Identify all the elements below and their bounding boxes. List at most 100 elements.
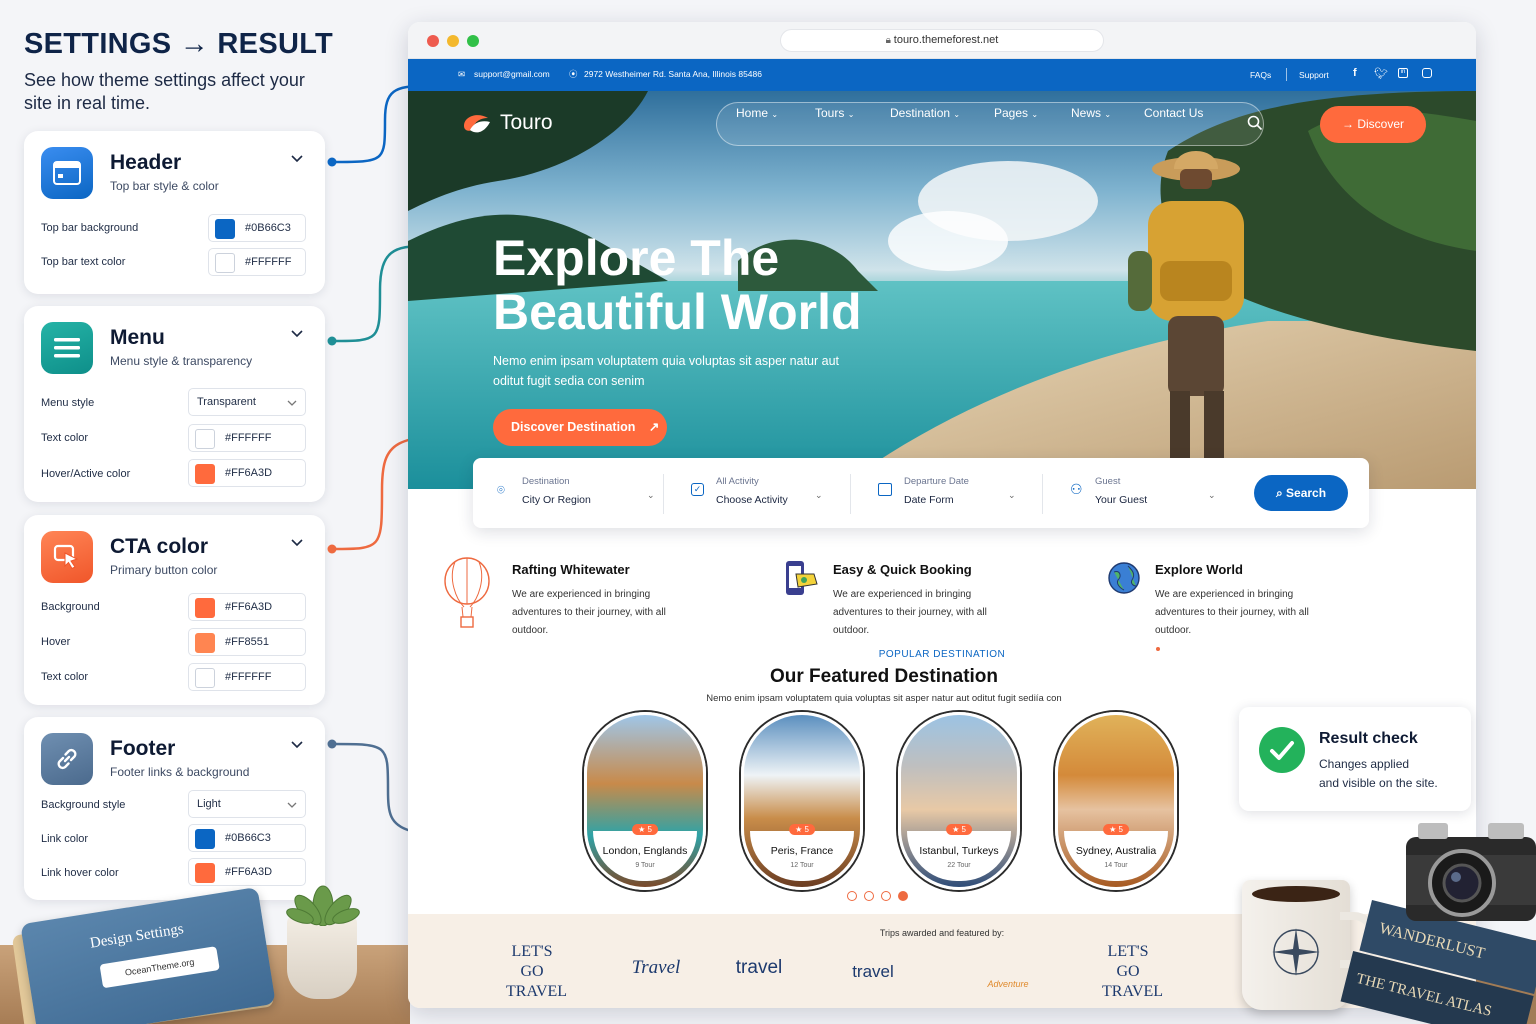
partner-logo: travel (735, 957, 783, 978)
mobile-booking-icon (786, 561, 818, 595)
carousel-dot[interactable] (847, 891, 857, 901)
rating-badge: ★ 5 (946, 824, 972, 835)
hero-text-line-1: Nemo enim ipsam voluptatem quia voluptas… (493, 354, 840, 368)
guest-field[interactable]: ⚇ Guest Your Guest ⌄ (1070, 476, 1216, 506)
chevron-down-icon[interactable] (289, 151, 305, 167)
partner-logo: travel (852, 962, 894, 981)
chevron-down-icon: ⌄ (1008, 490, 1016, 500)
hero-text: Nemo enim ipsam voluptatem quia voluptas… (493, 351, 839, 391)
top-bar-background-swatch[interactable]: #0B66C3 (208, 214, 306, 242)
touro-logo-icon[interactable] (460, 110, 492, 138)
minimize-dot[interactable] (447, 35, 459, 47)
intro-title: SETTINGS → RESULT (24, 28, 334, 60)
folder-label: Design Settings (88, 921, 185, 952)
color-value: #0B66C3 (225, 832, 271, 844)
nav-label: Destination (890, 106, 951, 120)
cta-background-label: Background (41, 601, 100, 613)
footer-card-subtitle: Footer links & background (110, 765, 250, 779)
footer-link-color-label: Link color (41, 833, 89, 845)
chevron-down-icon[interactable] (289, 535, 305, 551)
header-layout-icon (41, 147, 93, 199)
nav-destination[interactable]: Destination ⌄ (890, 106, 960, 120)
nav-contact-us[interactable]: Contact Us (1144, 106, 1203, 120)
coffee (1252, 886, 1340, 902)
destination-card-istanbul[interactable]: ★ 5 Istanbul, Turkeys 22 Tour (898, 712, 1020, 890)
arrow-right-icon: → (1341, 117, 1354, 131)
hero-title-line-2: Beautiful World (493, 284, 862, 340)
departure-date-field[interactable]: Departure Date Date Form ⌄ (878, 476, 1024, 506)
menu-style-select[interactable]: Transparent (188, 388, 306, 416)
menu-style-label: Menu style (41, 397, 95, 409)
chevron-down-icon: ⌄ (1104, 110, 1112, 119)
nav-label: News (1071, 106, 1102, 120)
discover-nav-button[interactable]: → Discover (1320, 106, 1426, 143)
footer-background-style-label: Background style (41, 799, 126, 811)
top-bar-faqs-link[interactable]: FAQs (1250, 70, 1271, 80)
footer-background-style-value: Light (197, 798, 221, 810)
brand-name[interactable]: Touro (500, 111, 553, 135)
nav-news[interactable]: News ⌄ (1071, 106, 1111, 120)
featured-title: Our Featured Destination (769, 666, 999, 687)
lock-icon: 🔒︎ (885, 35, 894, 46)
search-icon[interactable] (1247, 115, 1263, 131)
destination-card-sydney[interactable]: ★ 5 Sydney, Australia 14 Tour (1055, 712, 1177, 890)
chevron-down-icon[interactable] (289, 737, 305, 753)
menu-hover-color-swatch[interactable]: #FF6A3D (188, 459, 306, 487)
footer-background-style-select[interactable]: Light (188, 790, 306, 818)
divider (850, 474, 851, 514)
chevron-down-icon[interactable] (289, 326, 305, 342)
browser-chrome: 🔒︎ touro.themeforest.net (408, 22, 1476, 59)
cta-text-color-label: Text color (41, 671, 89, 683)
field-value: Date Form (904, 494, 954, 506)
color-chip (195, 633, 215, 653)
cta-settings-card: CTA color Primary button color Backgroun… (24, 515, 325, 705)
rating-badge: ★ 5 (789, 824, 815, 835)
folder-tag: OceanTheme.org (99, 946, 220, 989)
activity-field[interactable]: ✓ All Activity Choose Activity ⌄ (691, 476, 836, 506)
hiker-image (1128, 151, 1244, 489)
cta-background-swatch[interactable]: #FF6A3D (188, 593, 306, 621)
cta-text-color-swatch[interactable]: #FFFFFF (188, 663, 306, 691)
partner-logo: LET'S GO TRAVEL (1102, 943, 1164, 1000)
destination-card-london[interactable]: ★ 5 London, Englands 9 Tour (584, 712, 706, 890)
top-bar-text-color-swatch[interactable]: #FFFFFF (208, 248, 306, 276)
discover-destination-button[interactable]: Discover Destination ↗ (493, 409, 667, 446)
destination-name: Peris, France (770, 845, 834, 857)
hero-section: Touro Home ⌄ Tours ⌄ Destination ⌄ Pages… (408, 91, 1476, 489)
linkedin-icon[interactable]: in (1398, 68, 1408, 78)
carousel-dot[interactable] (864, 891, 874, 901)
search-button[interactable]: ⌕ Search (1254, 475, 1348, 511)
top-bar-text-color-label: Top bar text color (41, 256, 126, 268)
destination-card-paris[interactable]: ★ 5 Peris, France 12 Tour (741, 712, 863, 890)
discover-label: Discover (1357, 117, 1405, 131)
tour-count: 22 Tour (947, 862, 971, 869)
cta-label: Discover Destination (511, 420, 636, 434)
feature-rafting: Rafting Whitewater We are experienced in… (512, 562, 672, 640)
instagram-icon[interactable] (1422, 68, 1432, 78)
nav-home[interactable]: Home ⌄ (736, 106, 778, 120)
cta-hover-swatch[interactable]: #FF8551 (188, 628, 306, 656)
twitter-icon[interactable]: 🐦︎ (1374, 67, 1388, 80)
footer-link-color-swatch[interactable]: #0B66C3 (188, 824, 306, 852)
top-bar-email[interactable]: support@gmail.com (474, 69, 550, 79)
color-value: #FF8551 (225, 636, 270, 648)
feature-title: Explore World (1155, 562, 1243, 577)
nav-pages[interactable]: Pages ⌄ (994, 106, 1038, 120)
carousel-dot-active[interactable] (898, 891, 908, 901)
rating-badge: ★ 5 (1103, 824, 1129, 835)
nav-tours[interactable]: Tours ⌄ (815, 106, 854, 120)
facebook-icon[interactable]: f (1353, 67, 1357, 79)
top-bar-support-link[interactable]: Support (1299, 70, 1329, 80)
color-value: #FF6A3D (225, 601, 273, 613)
menu-card-subtitle: Menu style & transparency (110, 354, 253, 368)
checkbox-icon: ✓ (691, 483, 704, 496)
color-value: #FFFFFF (225, 671, 272, 683)
maximize-dot[interactable] (467, 35, 479, 47)
destination-name: Istanbul, Turkeys (919, 845, 999, 857)
menu-text-color-swatch[interactable]: #FFFFFF (188, 424, 306, 452)
footer-settings-card: Footer Footer links & background Backgro… (24, 717, 325, 900)
address-bar[interactable]: 🔒︎ touro.themeforest.net (780, 29, 1104, 52)
carousel-dot[interactable] (881, 891, 891, 901)
close-dot[interactable] (427, 35, 439, 47)
destination-field[interactable]: ⌾ Destination City Or Region ⌄ (497, 476, 655, 506)
